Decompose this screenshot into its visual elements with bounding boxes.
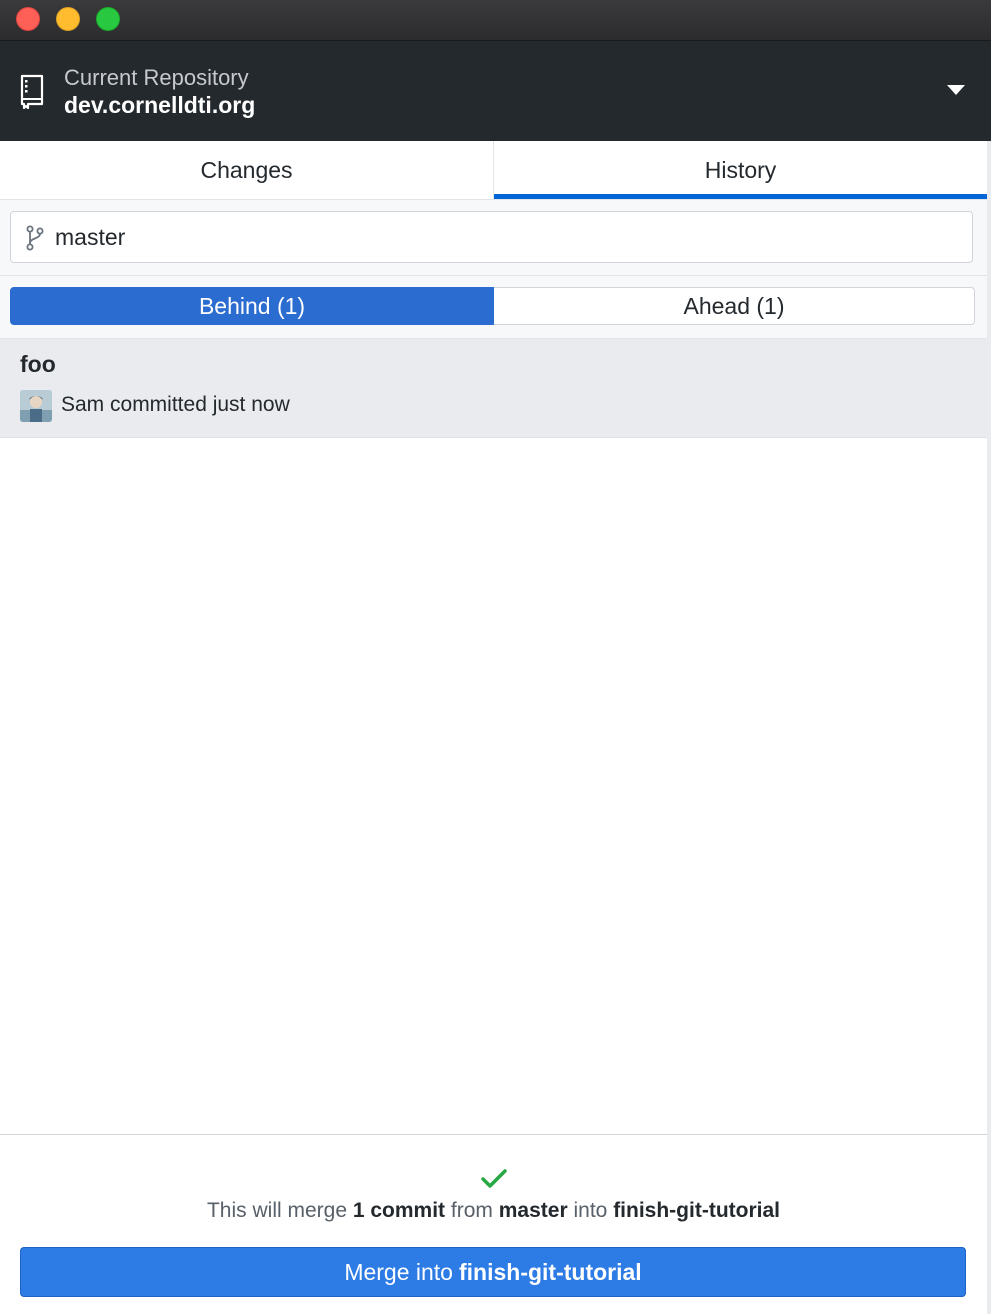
window-edge	[987, 141, 991, 1314]
branch-compare-area: master	[0, 200, 987, 276]
commit-list-item[interactable]: foo Sam committed just now	[0, 339, 987, 438]
git-branch-icon	[26, 225, 44, 251]
tab-history[interactable]: History	[494, 141, 987, 199]
merge-from-word: from	[450, 1199, 493, 1222]
commit-title: foo	[20, 351, 56, 377]
repository-selector[interactable]: Current Repository dev.cornelldti.org	[0, 41, 991, 141]
commit-meta: Sam committed just now	[61, 393, 290, 416]
tab-changes[interactable]: Changes	[0, 141, 494, 199]
branch-name: master	[55, 224, 126, 250]
chevron-down-icon	[947, 85, 965, 95]
repo-name: dev.cornelldti.org	[64, 92, 256, 118]
merge-into-word: into	[573, 1199, 608, 1222]
divergence-toggle: Behind (1) Ahead (1)	[0, 276, 987, 339]
tab-bar: Changes History	[0, 141, 987, 200]
behind-button[interactable]: Behind (1)	[10, 287, 494, 325]
zoom-window-button[interactable]	[96, 7, 120, 31]
merge-button[interactable]: Merge into finish-git-tutorial	[20, 1247, 966, 1297]
merge-summary: This will merge 1 commit from master int…	[0, 1199, 987, 1223]
avatar	[20, 390, 52, 422]
merge-target-branch: finish-git-tutorial	[613, 1199, 780, 1222]
window-titlebar	[0, 0, 991, 41]
merge-button-target: finish-git-tutorial	[458, 1258, 642, 1285]
merge-button-label: Merge into	[344, 1258, 453, 1285]
merge-source-branch: master	[498, 1199, 568, 1222]
branch-compare-input[interactable]: master	[10, 211, 973, 263]
close-window-button[interactable]	[16, 7, 40, 31]
merge-commit-count: 1 commit	[352, 1199, 446, 1222]
repo-icon	[20, 74, 44, 110]
check-icon	[481, 1169, 507, 1188]
ahead-button[interactable]: Ahead (1)	[494, 287, 975, 325]
tab-history-label: History	[704, 156, 777, 183]
tab-selected-indicator	[494, 194, 987, 199]
repo-label: Current Repository	[64, 65, 249, 90]
merge-footer: This will merge 1 commit from master int…	[0, 1134, 987, 1315]
minimize-window-button[interactable]	[56, 7, 80, 31]
merge-prefix: This will merge	[206, 1199, 348, 1222]
